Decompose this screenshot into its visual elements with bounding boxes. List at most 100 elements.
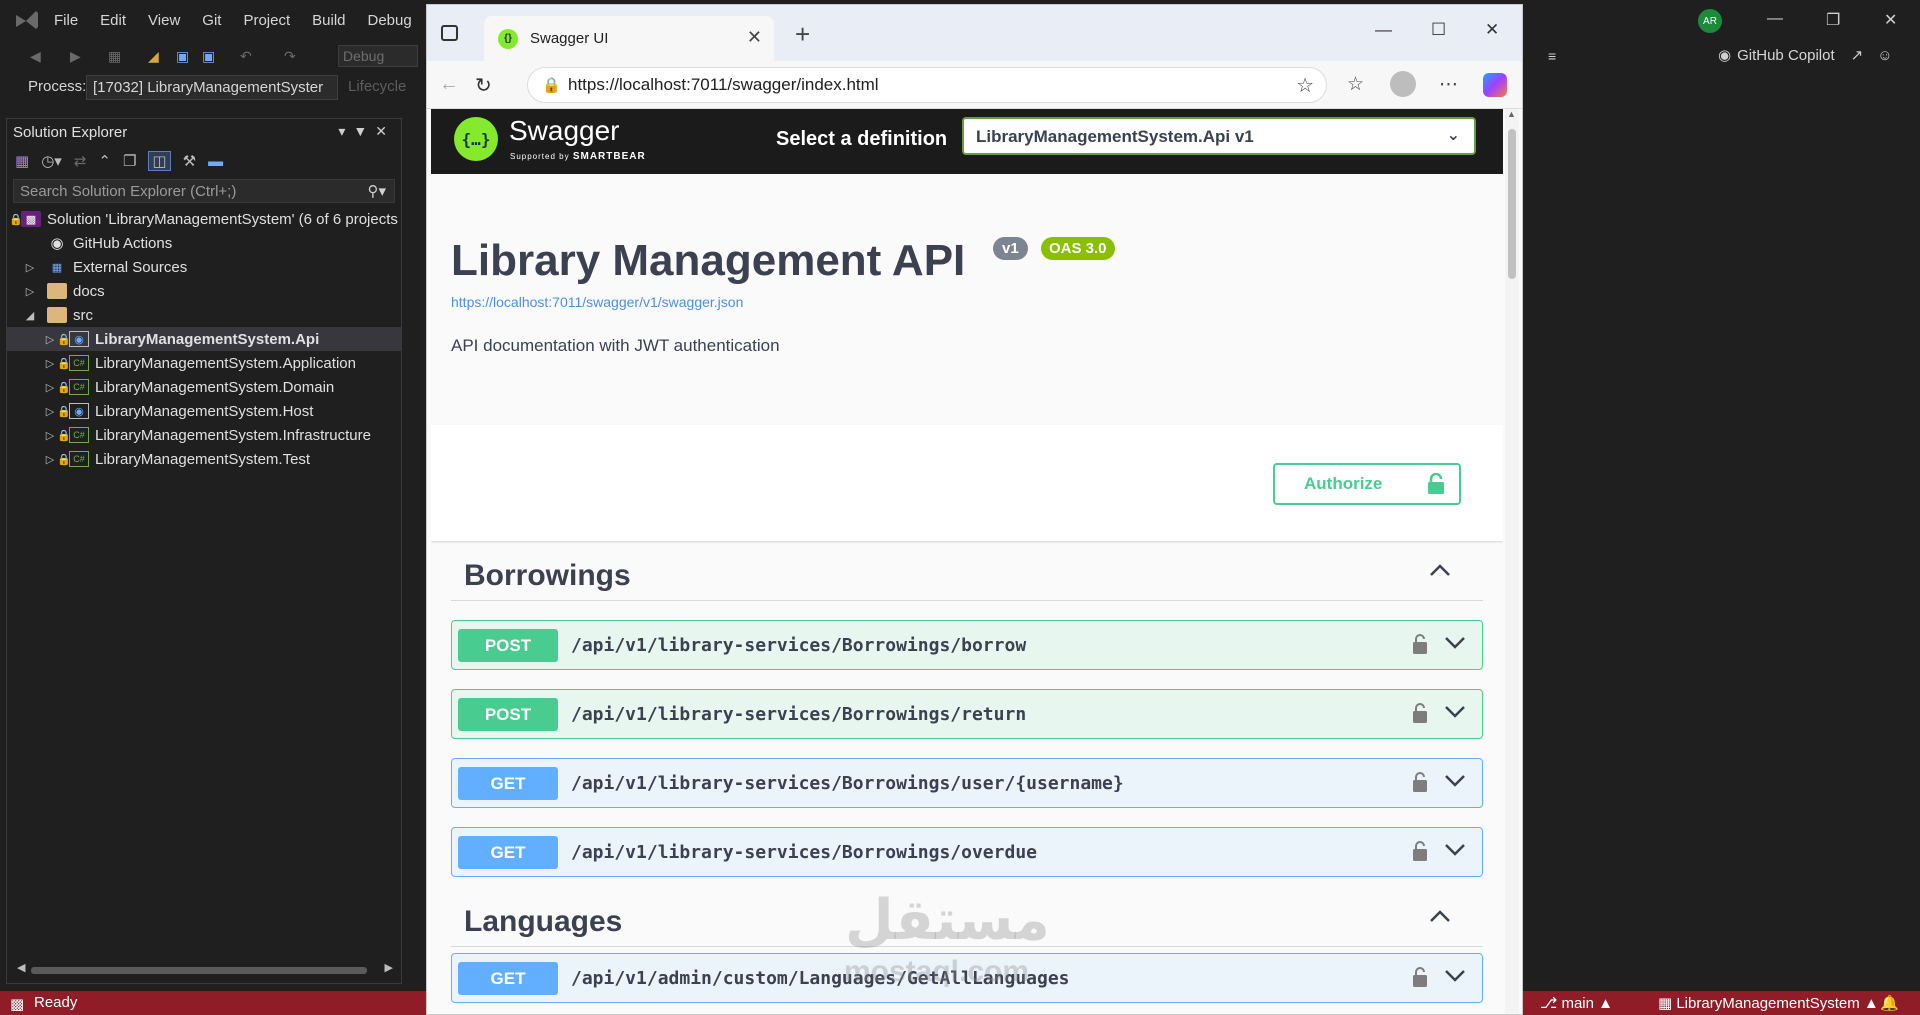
redo-icon[interactable]: ↷ xyxy=(284,48,296,65)
address-bar[interactable]: 🔒 https://localhost:7011/swagger/index.h… xyxy=(527,67,1327,103)
tree-item-external-sources[interactable]: ▷ ▦ External Sources xyxy=(7,255,401,279)
browser-close-icon[interactable]: ✕ xyxy=(1485,20,1499,40)
git-repository[interactable]: ▦ LibraryManagementSystem ▲ xyxy=(1658,994,1879,1012)
refresh-icon[interactable]: ↻ xyxy=(475,73,492,98)
menu-build[interactable]: Build xyxy=(312,12,345,29)
swagger-logo-icon[interactable]: {…} xyxy=(454,117,498,161)
feedback-icon[interactable]: ☺ xyxy=(1877,47,1892,64)
notifications-icon[interactable]: 🔔 xyxy=(1880,994,1899,1012)
tag-header-borrowings[interactable]: Borrowings xyxy=(451,541,1483,601)
menu-view[interactable]: View xyxy=(148,12,180,29)
expand-icon[interactable]: ▷ xyxy=(43,357,57,370)
tree-item-infrastructure-project[interactable]: ▷ 🔒 C# LibraryManagementSystem.Infrastru… xyxy=(7,423,401,447)
chevron-up-icon[interactable] xyxy=(1429,905,1451,927)
filter-icon[interactable]: ◫ xyxy=(148,151,171,171)
new-item-icon[interactable]: ▦ xyxy=(108,48,121,65)
browser-maximize-icon[interactable]: ☐ xyxy=(1431,20,1446,40)
tab-swagger-ui[interactable]: {} Swagger UI ✕ xyxy=(484,16,774,61)
tree-item-host-project[interactable]: ▷ 🔒 ◉ LibraryManagementSystem.Host xyxy=(7,399,401,423)
chevron-down-icon[interactable] xyxy=(1444,842,1466,858)
account-avatar[interactable]: AR xyxy=(1698,9,1722,33)
back-icon[interactable]: ← xyxy=(439,73,459,96)
save-all-icon[interactable]: ▣ xyxy=(202,48,215,65)
lock-icon[interactable] xyxy=(1412,966,1428,988)
expand-icon[interactable]: ▷ xyxy=(43,453,57,466)
expand-icon[interactable]: ▷ xyxy=(43,405,57,418)
tree-item-src[interactable]: ◢ src xyxy=(7,303,401,327)
lock-icon[interactable] xyxy=(1412,633,1428,655)
lifecycle-events[interactable]: Lifecycle xyxy=(348,78,406,95)
expand-icon[interactable]: ▷ xyxy=(23,285,37,298)
tree-item-docs[interactable]: ▷ docs xyxy=(7,279,401,303)
menu-edit[interactable]: Edit xyxy=(100,12,126,29)
scroll-left-icon[interactable]: ◀ xyxy=(17,961,25,974)
tree-item-solution[interactable]: 🔒 ▩ Solution 'LibraryManagementSystem' (… xyxy=(7,207,401,231)
chevron-down-icon[interactable] xyxy=(1444,968,1466,984)
open-folder-icon[interactable]: ◢ xyxy=(148,48,159,65)
scroll-up-icon[interactable]: ▲ xyxy=(1507,109,1516,119)
collapse-icon[interactable]: ◢ xyxy=(23,309,37,322)
copilot-icon[interactable] xyxy=(1483,73,1507,97)
more-options-icon[interactable]: ⋯ xyxy=(1439,73,1458,96)
process-select[interactable]: [17032] LibraryManagementSyster xyxy=(86,75,338,100)
site-info-icon[interactable]: 🔒 xyxy=(542,76,561,94)
share-icon[interactable]: ↗ xyxy=(1851,46,1864,64)
sync-icon[interactable]: ⇄ xyxy=(74,152,87,170)
authorize-button[interactable]: Authorize xyxy=(1273,463,1461,505)
properties-icon[interactable]: ⚒ xyxy=(183,152,196,170)
swagger-json-link[interactable]: https://localhost:7011/swagger/v1/swagge… xyxy=(451,294,743,310)
chevron-up-icon[interactable] xyxy=(1429,559,1451,581)
search-icon[interactable]: ⚲▾ xyxy=(367,182,386,200)
favorites-icon[interactable]: ☆ xyxy=(1347,73,1364,96)
menu-file[interactable]: File xyxy=(54,12,78,29)
lock-icon[interactable] xyxy=(1412,840,1428,862)
chevron-down-icon[interactable] xyxy=(1444,704,1466,720)
forward-icon[interactable]: ▶ xyxy=(70,48,81,65)
github-copilot-button[interactable]: ◉ GitHub Copilot ↗ ☺ xyxy=(1718,46,1893,65)
copy-icon[interactable]: ❐ xyxy=(123,152,136,170)
restore-icon[interactable]: ❐ xyxy=(1826,10,1840,30)
collapse-all-icon[interactable]: ⌃ xyxy=(98,152,111,170)
close-tab-icon[interactable]: ✕ xyxy=(747,27,762,48)
lock-icon[interactable] xyxy=(1412,771,1428,793)
tree-item-application-project[interactable]: ▷ 🔒 C# LibraryManagementSystem.Applicati… xyxy=(7,351,401,375)
operation-borrow[interactable]: POST /api/v1/library-services/Borrowings… xyxy=(451,620,1483,670)
operation-user-borrowings[interactable]: GET /api/v1/library-services/Borrowings/… xyxy=(451,758,1483,808)
tree-item-api-project[interactable]: ▷ 🔒 ◉ LibraryManagementSystem.Api xyxy=(7,327,401,351)
operation-overdue[interactable]: GET /api/v1/library-services/Borrowings/… xyxy=(451,827,1483,877)
expand-icon[interactable]: ▷ xyxy=(43,429,57,442)
browser-minimize-icon[interactable]: — xyxy=(1375,20,1392,40)
page-scrollbar[interactable]: ▲ xyxy=(1505,109,1519,1014)
expand-icon[interactable]: ▷ xyxy=(43,333,57,346)
menu-debug[interactable]: Debug xyxy=(368,12,412,29)
horizontal-scrollbar[interactable]: ◀ ▶ xyxy=(17,961,393,977)
switch-views-icon[interactable]: ▦ xyxy=(15,152,29,170)
chevron-down-icon[interactable] xyxy=(1444,773,1466,789)
tab-actions-icon[interactable] xyxy=(441,25,458,41)
chevron-down-icon[interactable] xyxy=(1444,635,1466,651)
definition-select[interactable]: LibraryManagementSystem.Api v1 ⌄ xyxy=(962,117,1476,155)
tree-item-test-project[interactable]: ▷ 🔒 C# LibraryManagementSystem.Test xyxy=(7,447,401,471)
git-branch[interactable]: ⎇ main ▲ xyxy=(1540,994,1613,1012)
output-icon[interactable]: ▩ xyxy=(10,995,24,1013)
minimize-icon[interactable]: — xyxy=(1767,10,1783,28)
new-tab-icon[interactable]: + xyxy=(795,19,810,50)
scroll-thumb[interactable] xyxy=(31,967,367,974)
tree-item-github-actions[interactable]: ◉ GitHub Actions xyxy=(7,231,401,255)
scroll-right-icon[interactable]: ▶ xyxy=(385,961,393,974)
menu-project[interactable]: Project xyxy=(243,12,290,29)
menu-git[interactable]: Git xyxy=(202,12,221,29)
close-icon[interactable]: ✕ xyxy=(1884,10,1897,30)
undo-icon[interactable]: ↶ xyxy=(240,48,252,65)
save-icon[interactable]: ▣ xyxy=(176,48,189,65)
lock-icon[interactable] xyxy=(1412,702,1428,724)
preview-icon[interactable]: ▬ xyxy=(208,153,223,170)
favorite-star-icon[interactable]: ☆ xyxy=(1296,73,1314,98)
expand-icon[interactable]: ▷ xyxy=(43,381,57,394)
panel-controls[interactable]: ▾▼✕ xyxy=(338,123,395,140)
back-icon[interactable]: ◀ xyxy=(30,48,41,65)
solution-search-input[interactable]: Search Solution Explorer (Ctrl+;) ⚲▾ xyxy=(13,179,395,203)
profile-icon[interactable] xyxy=(1390,71,1416,97)
page-scroll-thumb[interactable] xyxy=(1508,129,1516,279)
toolbar-overflow-icon[interactable]: ≡ xyxy=(1548,48,1556,64)
